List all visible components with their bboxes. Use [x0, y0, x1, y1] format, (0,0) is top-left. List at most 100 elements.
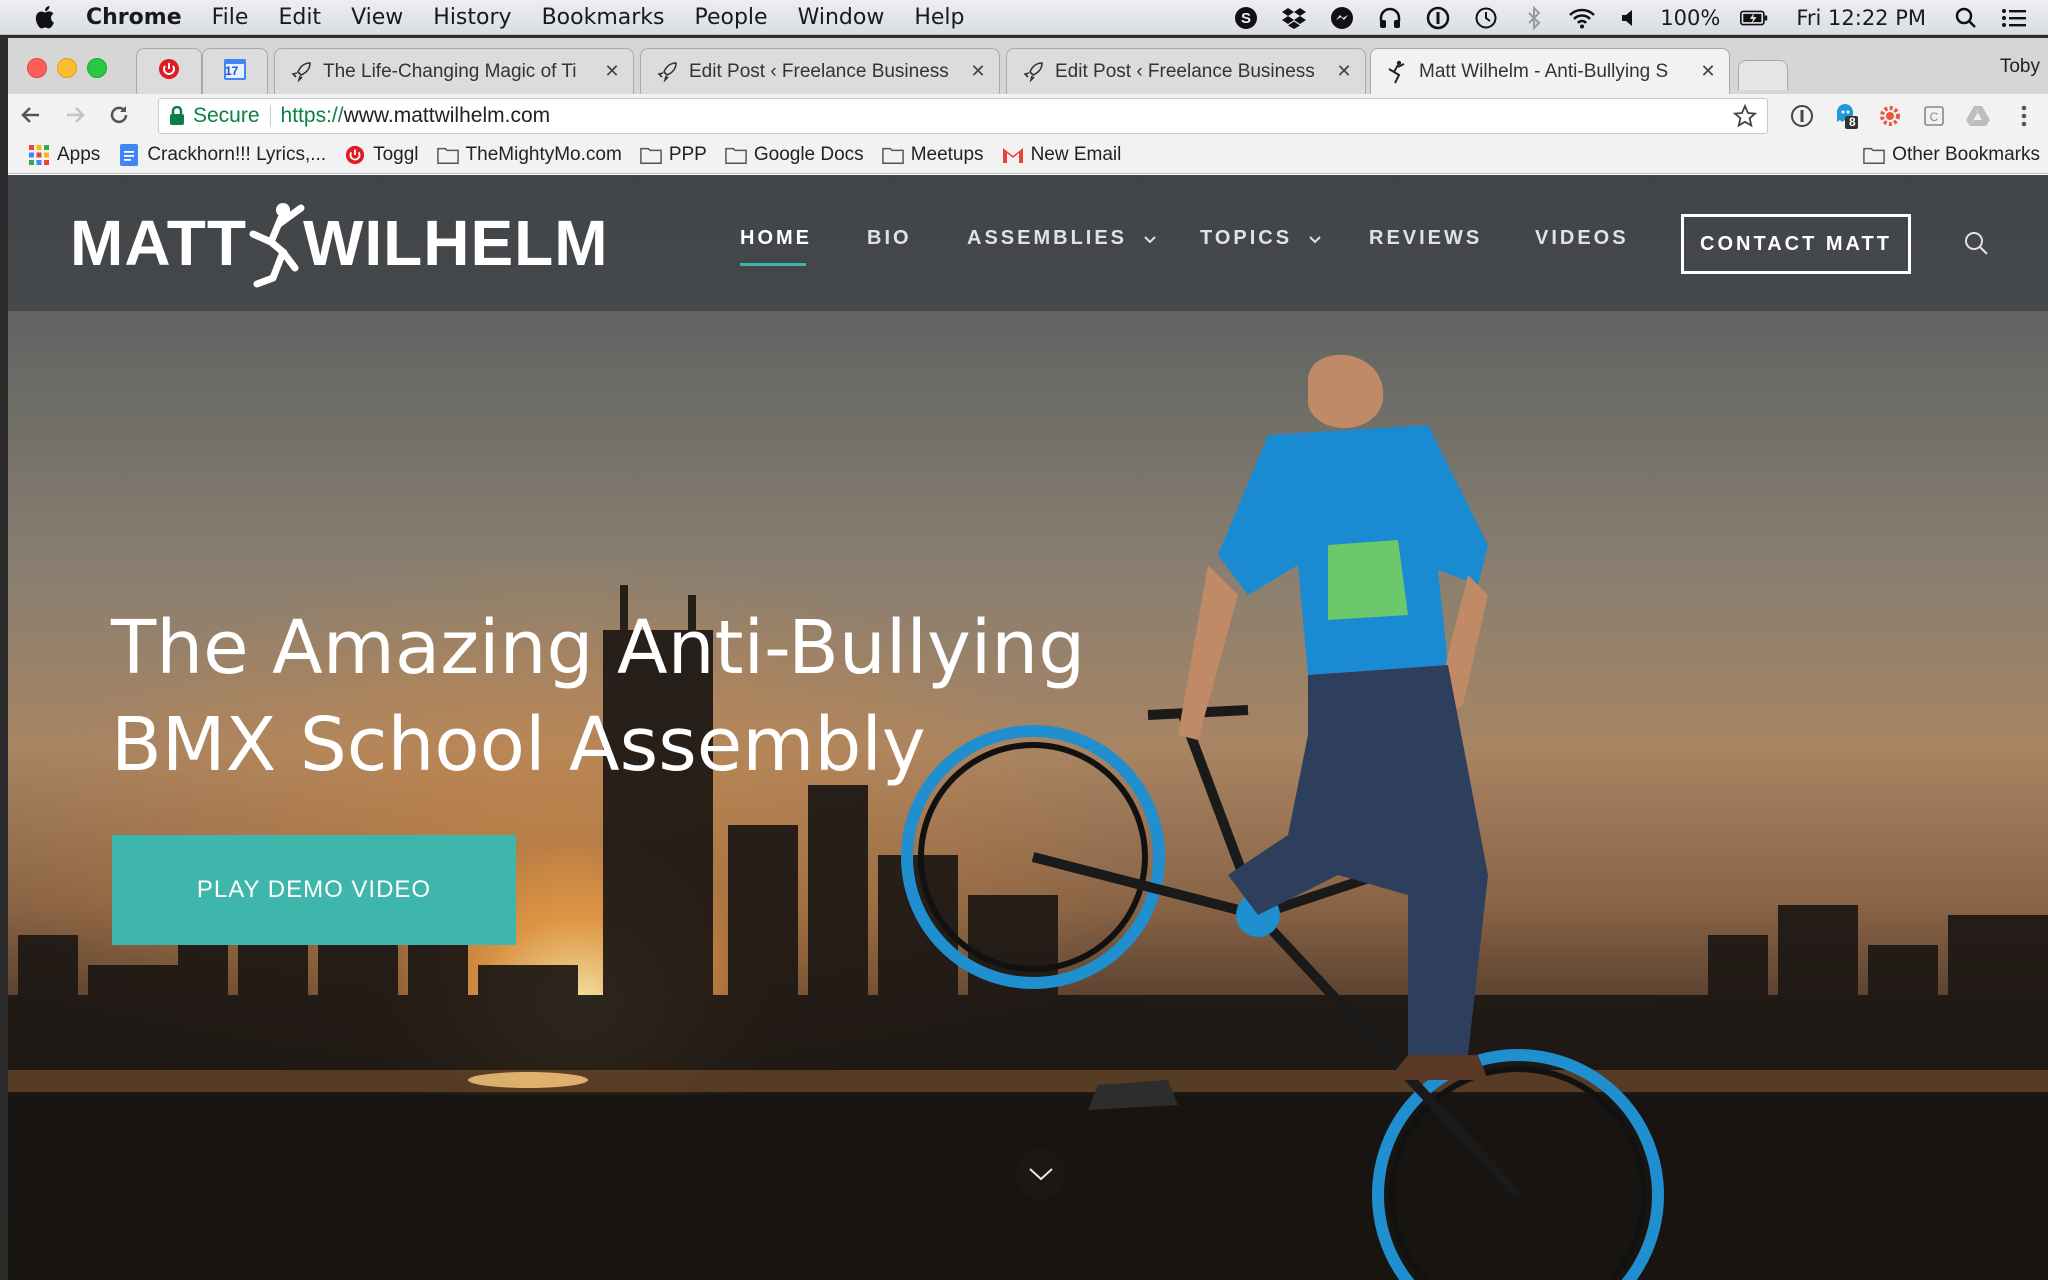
menu-file[interactable]: File [212, 5, 249, 30]
apple-logo-icon[interactable] [32, 4, 56, 30]
tab-edit-post-1[interactable]: Edit Post ‹ Freelance Business ✕ [640, 48, 1000, 94]
nav-bio[interactable]: BIO [867, 227, 912, 250]
skype-icon[interactable]: S [1232, 5, 1260, 31]
url-host: www.mattwilhelm.com [343, 104, 551, 127]
tab-title: The Life-Changing Magic of Ti [323, 60, 577, 82]
site-logo[interactable]: MATT WILHELM [70, 203, 609, 288]
folder-icon [881, 145, 904, 165]
hero-headline-line-1: The Amazing Anti-Bullying [111, 605, 1086, 691]
menu-history[interactable]: History [433, 5, 511, 30]
tab-life-changing-magic[interactable]: The Life-Changing Magic of Ti ✕ [274, 48, 634, 94]
bookmark-folder-google-docs[interactable]: Google Docs [725, 144, 864, 166]
omnibox-divider [269, 105, 271, 127]
menubar-clock[interactable]: Fri 12:22 PM [1796, 6, 1926, 30]
dropbox-icon[interactable] [1280, 5, 1308, 31]
bookmark-star-icon[interactable] [1733, 104, 1757, 128]
window-close-button[interactable] [27, 58, 47, 78]
nav-topics[interactable]: TOPICS [1200, 227, 1321, 250]
security-label[interactable]: Secure [193, 104, 260, 128]
onepassword-icon[interactable] [1424, 5, 1452, 31]
onepassword-extension-icon[interactable] [1788, 102, 1816, 130]
rocket-icon [1021, 60, 1045, 84]
ghostery-extension-icon[interactable]: 8 [1832, 102, 1860, 130]
notification-center-icon[interactable] [2000, 5, 2028, 31]
menu-people[interactable]: People [694, 5, 767, 30]
bluetooth-icon[interactable] [1520, 5, 1548, 31]
spotlight-search-icon[interactable] [1952, 5, 1980, 31]
menu-bookmarks[interactable]: Bookmarks [542, 5, 665, 30]
menu-view[interactable]: View [351, 5, 403, 30]
nav-videos[interactable]: VIDEOS [1535, 227, 1629, 250]
folder-icon [725, 145, 747, 165]
bookmark-label: Toggl [373, 143, 419, 165]
nav-assemblies[interactable]: ASSEMBLIES [967, 227, 1156, 250]
lock-icon [170, 106, 184, 125]
chrome-window: 17 The Life-Changing Magic of Ti ✕ Edit … [8, 38, 2048, 1280]
bookmark-label: Other Bookmarks [1892, 144, 2040, 165]
menu-window[interactable]: Window [798, 5, 885, 30]
rocket-icon [655, 60, 679, 84]
menubar-status-area: S 100% Fri 12:22 PM [1212, 0, 2028, 35]
bookmark-crackhorn[interactable]: Crackhorn!!! Lyrics,... [118, 143, 326, 166]
chrome-menu-icon[interactable] [2010, 102, 2038, 130]
profile-name[interactable]: Toby [2000, 56, 2040, 78]
gear-extension-icon[interactable] [1876, 102, 1904, 130]
bookmark-folder-ppp[interactable]: PPP [639, 144, 707, 166]
battery-percent: 100% [1660, 5, 1721, 30]
nav-home[interactable]: HOME [740, 227, 812, 250]
extension-badge-count: 8 [1849, 115, 1856, 129]
other-bookmarks-folder[interactable]: Other Bookmarks [1863, 136, 2040, 174]
hero-headline-line-2: BMX School Assembly [111, 702, 926, 788]
tab-close-icon[interactable]: ✕ [601, 61, 623, 82]
bookmark-folder-meetups[interactable]: Meetups [881, 144, 984, 166]
play-demo-video-button[interactable]: PLAY DEMO VIDEO [112, 835, 516, 945]
browser-toolbar: Secure https:// www.mattwilhelm.com 8 C [8, 94, 2048, 136]
scroll-down-button[interactable] [1016, 1149, 1066, 1199]
window-zoom-button[interactable] [87, 58, 107, 78]
nav-reviews[interactable]: REVIEWS [1369, 227, 1482, 250]
menu-edit[interactable]: Edit [278, 5, 321, 30]
menu-help[interactable]: Help [914, 5, 964, 30]
forward-button[interactable] [60, 100, 90, 130]
bookmark-folder-themightymo[interactable]: TheMightyMo.com [436, 144, 622, 166]
bookmark-apps[interactable]: Apps [28, 144, 100, 166]
apps-grid-icon [28, 144, 50, 165]
bookmark-label: Google Docs [753, 143, 864, 165]
battery-charging-icon[interactable] [1740, 5, 1768, 31]
reload-button[interactable] [104, 100, 134, 130]
tab-close-icon[interactable]: ✕ [1333, 61, 1355, 82]
tab-matt-wilhelm[interactable]: Matt Wilhelm - Anti-Bullying S ✕ [1370, 48, 1730, 94]
chevron-down-icon [1308, 236, 1321, 244]
logo-text-first: MATT [70, 207, 247, 279]
pinned-tab-calendar[interactable]: 17 [202, 48, 268, 94]
back-button[interactable] [16, 100, 46, 130]
wifi-icon[interactable] [1568, 5, 1596, 31]
tab-edit-post-2[interactable]: Edit Post ‹ Freelance Business ✕ [1006, 48, 1366, 94]
bookmark-label: New Email [1030, 143, 1122, 165]
tab-title: Matt Wilhelm - Anti-Bullying S [1419, 60, 1669, 82]
bookmark-new-email[interactable]: New Email [1002, 143, 1122, 166]
nav-topics-label: TOPICS [1200, 227, 1293, 249]
menu-app-chrome[interactable]: Chrome [86, 5, 182, 30]
headphones-icon[interactable] [1376, 5, 1404, 31]
pinned-tab-toggl[interactable] [136, 48, 202, 94]
clipper-extension-icon[interactable]: C [1920, 102, 1948, 130]
search-icon[interactable] [1963, 230, 1989, 256]
new-tab-button[interactable] [1738, 60, 1788, 90]
bookmark-toggl[interactable]: Toggl [344, 143, 419, 166]
window-minimize-button[interactable] [57, 58, 77, 78]
tab-close-icon[interactable]: ✕ [1697, 61, 1719, 82]
rocket-icon [289, 60, 313, 84]
contact-matt-button[interactable]: CONTACT MATT [1681, 214, 1911, 274]
folder-icon [436, 145, 459, 165]
volume-icon[interactable] [1616, 5, 1644, 31]
tab-close-icon[interactable]: ✕ [967, 61, 989, 82]
docs-icon [118, 143, 140, 166]
messenger-icon[interactable] [1328, 5, 1356, 31]
time-machine-icon[interactable] [1472, 5, 1500, 31]
hero-headline: The Amazing Anti-Bullying BMX School Ass… [111, 600, 1111, 794]
tab-title: Edit Post ‹ Freelance Business [1055, 60, 1315, 82]
google-drive-extension-icon[interactable] [1964, 102, 1992, 130]
toggl-icon [158, 58, 180, 86]
address-bar[interactable]: Secure https:// www.mattwilhelm.com [158, 98, 1768, 134]
